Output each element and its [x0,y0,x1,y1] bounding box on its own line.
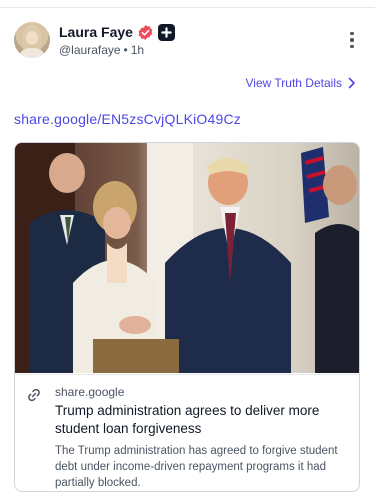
link-preview-image [15,143,359,373]
meta-separator: • [123,43,128,57]
link-icon [28,388,40,402]
author-handle[interactable]: @laurafaye [59,43,121,57]
vertical-ellipsis-icon [350,31,354,36]
avatar[interactable] [14,22,50,58]
view-truth-details-label: View Truth Details [245,76,343,90]
top-divider [0,0,375,8]
author-meta: @laurafaye • 1h [59,43,144,57]
post-timestamp: 1h [130,43,145,57]
chevron-right-icon [348,77,355,89]
more-options-button[interactable] [344,26,360,54]
verified-badge-icon [138,24,153,40]
link-preview-card[interactable]: share.google Trump administration agrees… [14,142,360,492]
link-preview-description: The Trump administration has agreed to f… [55,445,338,489]
link-preview-text: share.google Trump administration agrees… [15,374,359,491]
post-header: Laura Faye @laurafaye • 1h [14,22,364,60]
link-preview-domain: share.google [55,385,125,399]
link-preview-title[interactable]: Trump administration agrees to deliver m… [55,402,355,438]
author-name-row: Laura Faye [59,23,175,41]
plus-badge-icon [157,23,175,41]
view-truth-details-link[interactable]: View Truth Details [246,76,357,90]
author-display-name[interactable]: Laura Faye [59,24,133,40]
share-url-link[interactable]: share.google/EN5zsCvjQLKiO49Cz [14,111,241,127]
